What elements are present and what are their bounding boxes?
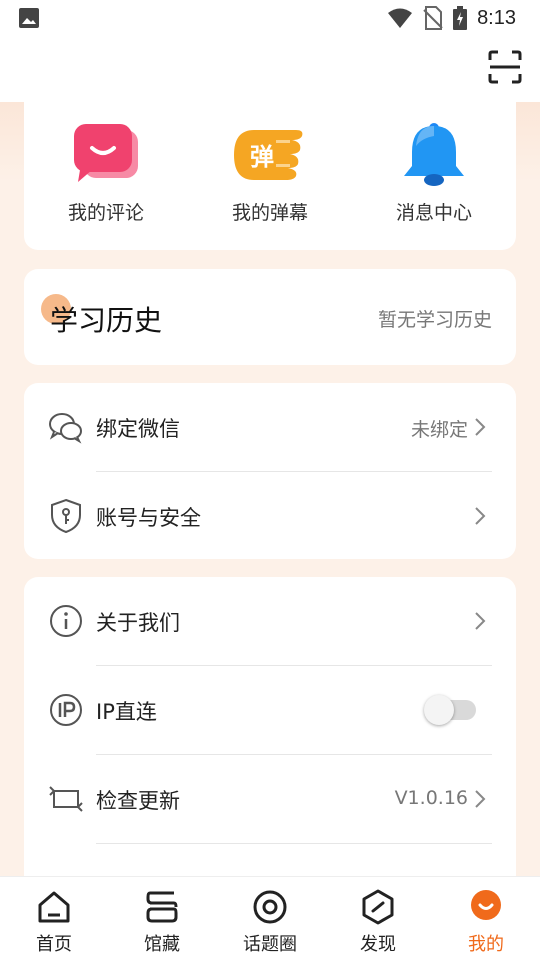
quick-actions-card: 我的评论 弹 我的弹幕 消息中心 xyxy=(24,102,516,250)
my-danmaku-label: 我的弹幕 xyxy=(231,202,308,224)
account-security-row[interactable]: 账号与安全 xyxy=(24,472,516,560)
nav-collection[interactable]: 馆藏 xyxy=(112,889,212,959)
chevron-right-icon xyxy=(475,507,486,525)
about-us-row[interactable]: 关于我们 xyxy=(24,577,516,665)
nav-topic-circle[interactable]: 话题圈 xyxy=(220,889,320,959)
image-icon xyxy=(19,8,39,28)
chevron-right-icon xyxy=(475,790,486,808)
divider xyxy=(96,843,492,844)
ip-icon xyxy=(50,694,82,726)
about-us-label: 关于我们 xyxy=(96,611,180,635)
check-update-label: 检查更新 xyxy=(96,789,180,813)
ip-direct-row: IP直连 xyxy=(24,666,516,754)
learning-history-card[interactable]: 学习历史 暂无学习历史 xyxy=(24,269,516,365)
check-update-row[interactable]: 检查更新 V1.0.16 xyxy=(24,755,516,843)
update-icon xyxy=(49,786,83,812)
message-center-label: 消息中心 xyxy=(395,202,472,224)
danmaku-icon-text: 弹 xyxy=(250,143,274,171)
wechat-icon xyxy=(49,413,82,444)
nav-profile[interactable]: 我的 xyxy=(436,889,536,959)
history-title: 学习历史 xyxy=(50,304,163,337)
toggle-knob xyxy=(424,695,454,725)
battery-icon xyxy=(453,6,468,30)
message-center-button[interactable]: 消息中心 xyxy=(369,120,499,230)
topic-circle-icon xyxy=(253,890,287,924)
account-card: 绑定微信 未绑定 账号与安全 xyxy=(24,383,516,559)
ip-direct-label: IP直连 xyxy=(96,700,157,724)
nav-discover-label: 发现 xyxy=(360,934,396,955)
shield-icon xyxy=(51,498,81,534)
my-danmaku-button[interactable]: 弹 我的弹幕 xyxy=(205,120,335,230)
bell-icon xyxy=(404,123,464,186)
scan-icon[interactable] xyxy=(488,50,522,84)
discover-icon xyxy=(362,889,394,925)
status-time: 8:13 xyxy=(477,6,516,29)
comment-icon xyxy=(74,124,138,182)
ip-direct-toggle[interactable] xyxy=(424,695,476,725)
nav-home[interactable]: 首页 xyxy=(4,889,104,959)
nav-collection-label: 馆藏 xyxy=(144,934,180,955)
my-comments-label: 我的评论 xyxy=(67,202,144,224)
profile-icon xyxy=(471,890,501,920)
nav-home-label: 首页 xyxy=(36,934,72,955)
chevron-right-icon xyxy=(475,418,486,436)
header xyxy=(0,36,540,102)
home-icon xyxy=(38,891,70,923)
account-security-label: 账号与安全 xyxy=(96,506,201,530)
chevron-right-icon xyxy=(475,612,486,630)
bottom-nav: 首页 馆藏 话题圈 发现 我的 xyxy=(0,876,540,960)
settings-card: 关于我们 IP直连 检查更新 V1.0.16 xyxy=(24,577,516,876)
bind-wechat-status: 未绑定 xyxy=(410,419,468,441)
bind-wechat-label: 绑定微信 xyxy=(96,417,180,441)
wifi-icon xyxy=(388,8,413,28)
my-comments-button[interactable]: 我的评论 xyxy=(41,120,171,230)
info-icon xyxy=(50,605,82,637)
app-version: V1.0.16 xyxy=(394,787,468,809)
nav-profile-label: 我的 xyxy=(468,934,504,955)
status-bar: 8:13 xyxy=(0,0,540,36)
nav-topic-circle-label: 话题圈 xyxy=(243,934,297,955)
collection-icon xyxy=(146,891,178,923)
bind-wechat-row[interactable]: 绑定微信 未绑定 xyxy=(24,383,516,471)
history-empty-text: 暂无学习历史 xyxy=(377,309,492,331)
no-sim-icon xyxy=(423,6,443,30)
main-content: 我的评论 弹 我的弹幕 消息中心 学习历史 暂无学习历史 绑定微信 未绑定 账号… xyxy=(0,102,540,876)
nav-discover[interactable]: 发现 xyxy=(328,889,428,959)
danmaku-icon: 弹 xyxy=(234,130,303,180)
